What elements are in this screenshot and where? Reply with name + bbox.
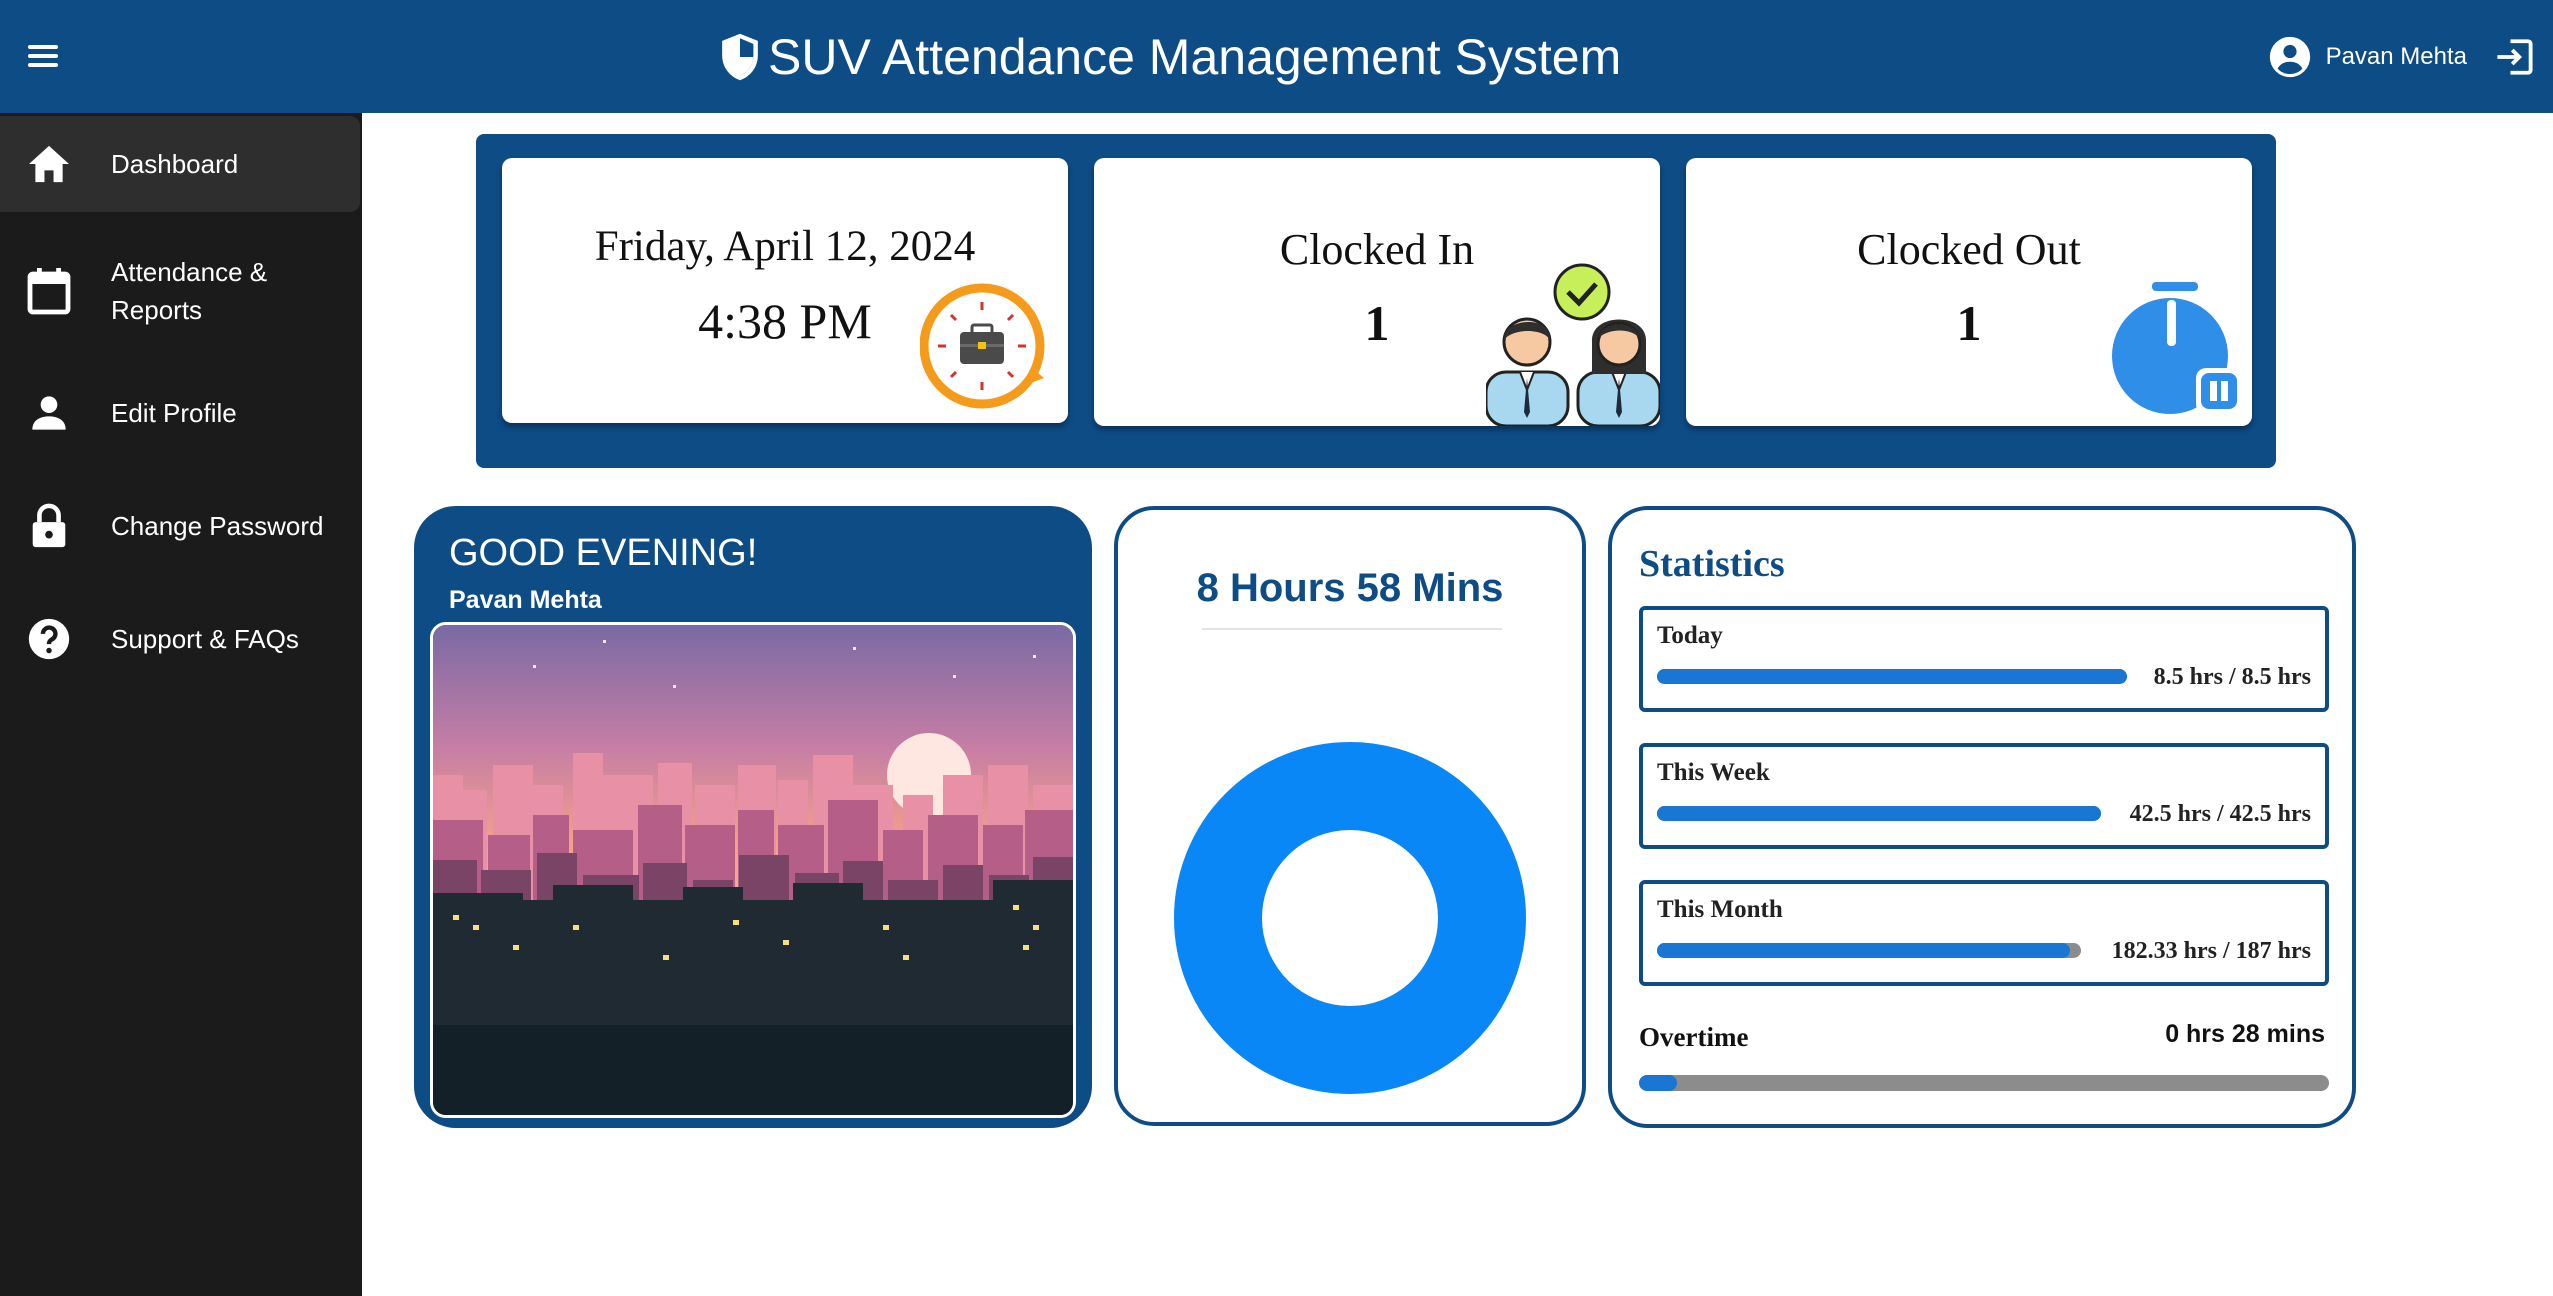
progress-fill bbox=[1657, 669, 2127, 684]
summary-panel: Friday, April 12, 2024 4:38 PM Clocked I… bbox=[476, 134, 2276, 468]
logout-icon[interactable] bbox=[2493, 36, 2535, 78]
help-icon bbox=[26, 616, 72, 662]
greeting-text: GOOD EVENING! bbox=[449, 532, 758, 574]
lock-icon bbox=[26, 503, 72, 549]
app-title: SUV Attendance Management System bbox=[768, 29, 1622, 85]
sidebar-item-attendance-reports[interactable]: Attendance & Reports bbox=[0, 241, 360, 341]
home-icon bbox=[26, 141, 72, 187]
stat-today: Today 8.5 hrs / 8.5 hrs bbox=[1639, 606, 2329, 712]
overtime-progress-track bbox=[1639, 1075, 2329, 1091]
welcome-card: GOOD EVENING! Pavan Mehta bbox=[414, 506, 1092, 1128]
sidebar-item-edit-profile[interactable]: Edit Profile bbox=[0, 381, 360, 445]
progress-track bbox=[1657, 806, 2101, 821]
current-date: Friday, April 12, 2024 bbox=[594, 223, 976, 270]
progress-fill bbox=[1657, 943, 2071, 958]
sidebar-item-dashboard[interactable]: Dashboard bbox=[0, 116, 360, 212]
stat-this-month: This Month 182.33 hrs / 187 hrs bbox=[1639, 880, 2329, 986]
hours-donut-chart bbox=[1174, 742, 1526, 1094]
stat-label: This Month bbox=[1657, 896, 1783, 923]
employees-check-icon bbox=[1486, 263, 1660, 426]
clock-briefcase-icon bbox=[920, 283, 1045, 409]
sidebar-item-label: Support & FAQs bbox=[111, 624, 299, 654]
working-hours-card: 8 Hours 58 Mins bbox=[1114, 506, 1586, 1126]
sidebar-item-label: Change Password bbox=[111, 511, 324, 541]
statistics-title: Statistics bbox=[1639, 543, 1785, 585]
sidebar-item-change-password[interactable]: Change Password bbox=[0, 494, 360, 558]
date-time-card: Friday, April 12, 2024 4:38 PM bbox=[502, 158, 1068, 423]
sidebar-item-support-faqs[interactable]: Support & FAQs bbox=[0, 607, 360, 671]
user-menu: Pavan Mehta bbox=[2268, 30, 2535, 84]
clocked-out-label: Clocked Out bbox=[1857, 225, 2081, 274]
overtime-label: Overtime bbox=[1639, 1022, 1749, 1052]
progress-track bbox=[1657, 943, 2081, 958]
sidebar-item-label: Dashboard bbox=[111, 149, 239, 179]
progress-fill bbox=[1657, 806, 2101, 821]
user-name[interactable]: Pavan Mehta bbox=[2326, 43, 2467, 71]
stat-label: This Week bbox=[1657, 759, 1770, 786]
hamburger-menu-icon[interactable] bbox=[22, 40, 64, 74]
clocked-out-card: Clocked Out 1 bbox=[1686, 158, 2252, 426]
statistics-card: Statistics Today 8.5 hrs / 8.5 hrs This … bbox=[1608, 506, 2356, 1128]
stat-label: Today bbox=[1657, 622, 1723, 649]
sidebar-item-label: Attendance & Reports bbox=[111, 257, 268, 325]
donut-segment-worked bbox=[1174, 742, 1526, 1094]
app-title-group: SUV Attendance Management System bbox=[718, 22, 1621, 92]
progress-track bbox=[1657, 669, 2127, 684]
stat-this-week: This Week 42.5 hrs / 42.5 hrs bbox=[1639, 743, 2329, 849]
welcome-user-name: Pavan Mehta bbox=[449, 586, 602, 614]
working-hours-title: 8 Hours 58 Mins bbox=[1196, 566, 1504, 610]
city-sunset-image bbox=[430, 622, 1076, 1118]
person-icon bbox=[26, 390, 72, 436]
account-circle-icon[interactable] bbox=[2268, 35, 2312, 79]
divider bbox=[1202, 628, 1502, 630]
shield-icon bbox=[722, 33, 758, 81]
overtime-value: 0 hrs 28 mins bbox=[2165, 1020, 2325, 1048]
sidebar-item-label: Edit Profile bbox=[111, 398, 237, 428]
overtime-progress-fill bbox=[1639, 1075, 1677, 1091]
stat-value: 42.5 hrs / 42.5 hrs bbox=[2129, 801, 2311, 827]
sidebar: Dashboard Attendance & Reports Edit Prof… bbox=[0, 113, 362, 1296]
stat-value: 182.33 hrs / 187 hrs bbox=[2111, 938, 2311, 964]
calendar-icon bbox=[26, 268, 72, 315]
stopwatch-pause-icon bbox=[2112, 282, 2242, 414]
stat-value: 8.5 hrs / 8.5 hrs bbox=[2153, 664, 2311, 690]
clocked-in-card: Clocked In 1 bbox=[1094, 158, 1660, 426]
top-app-bar: SUV Attendance Management System Pavan M… bbox=[0, 0, 2553, 113]
